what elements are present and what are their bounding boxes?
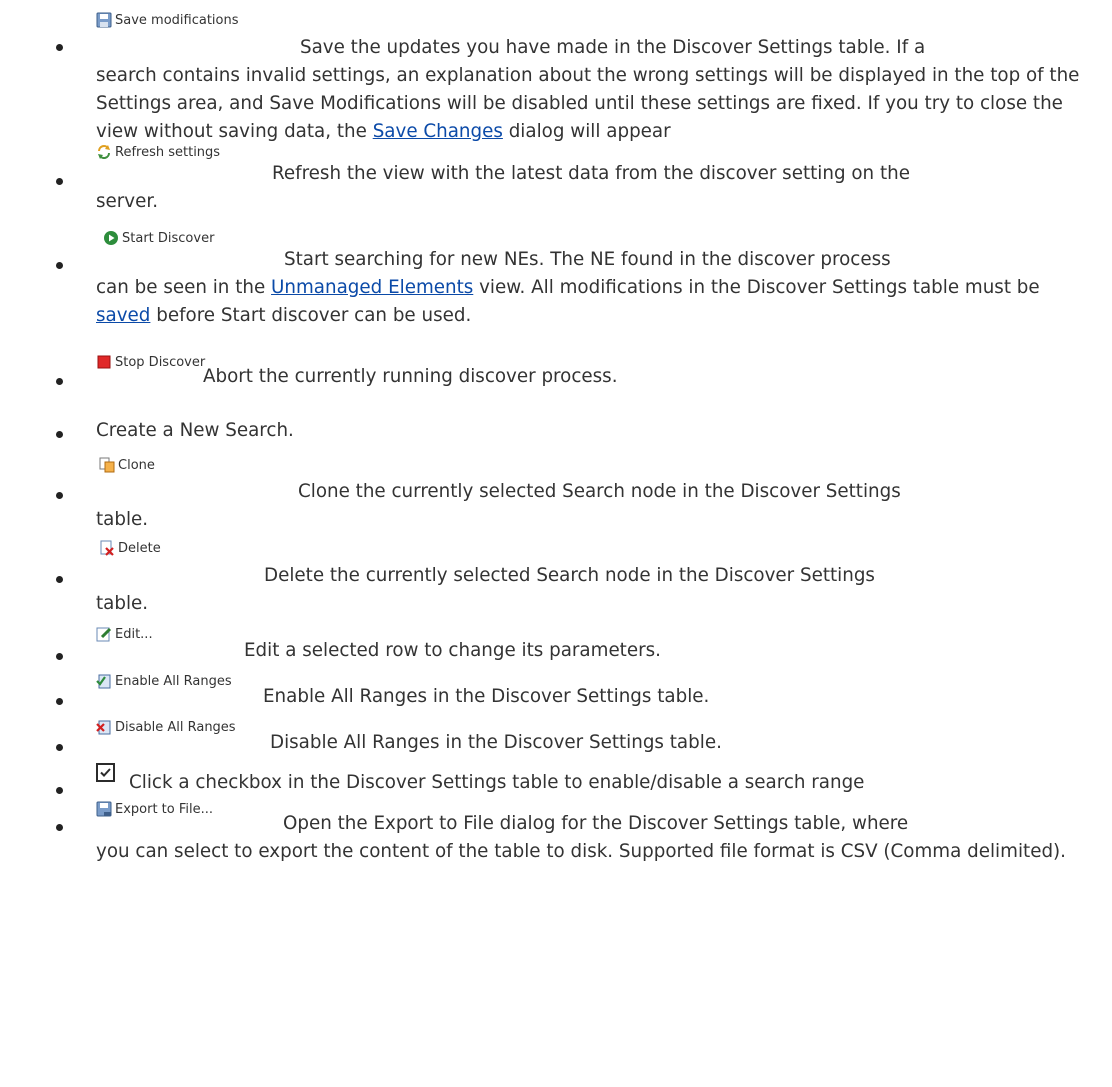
bullet: [56, 787, 63, 794]
bullet: [56, 262, 63, 269]
item-text-line1: Edit a selected row to change its parame…: [244, 640, 661, 661]
item-text-line1: Enable All Ranges in the Discover Settin…: [263, 686, 710, 707]
start-discover-label: Start Discover: [122, 230, 215, 246]
export-to-file-button[interactable]: Export to File...: [96, 801, 213, 817]
bullet: [56, 378, 63, 385]
item-text: table.: [96, 593, 149, 614]
item-text-line1: Click a checkbox in the Discover Setting…: [129, 772, 865, 793]
clone-label: Clone: [118, 457, 155, 473]
bullet: [56, 824, 63, 831]
saved-link[interactable]: saved: [96, 305, 150, 326]
bullet: [56, 492, 63, 499]
stop-discover-icon: [97, 355, 111, 369]
delete-icon: [100, 540, 114, 556]
start-discover-button[interactable]: Start Discover: [103, 230, 214, 246]
disable-all-ranges-label: Disable All Ranges: [115, 719, 236, 735]
stop-discover-label: Stop Discover: [115, 354, 206, 370]
delete-label: Delete: [118, 540, 161, 556]
save-modifications-label: Save modifications: [115, 12, 239, 28]
start-discover-icon: [104, 231, 118, 245]
item-text: server.: [96, 191, 159, 212]
refresh-settings-label: Refresh settings: [115, 144, 221, 160]
save-changes-link[interactable]: Save Changes: [373, 121, 503, 142]
item-text: can be seen in the Unmanaged Elements vi…: [96, 274, 1096, 330]
item-text-tail: dialog will appear: [502, 121, 671, 142]
item-text-line1: Open the Export to File dialog for the D…: [283, 813, 909, 834]
item-text-line1: Create a New Search.: [96, 420, 294, 441]
item-text-line1: Refresh the view with the latest data fr…: [272, 163, 910, 184]
bullet: [56, 698, 63, 705]
bullet: [56, 44, 63, 51]
disable-ranges-icon: [96, 720, 111, 735]
item-text-line1: Delete the currently selected Search nod…: [264, 565, 875, 586]
item-text: you can select to export the content of …: [96, 841, 1066, 862]
save-modifications-button[interactable]: Save modifications: [96, 12, 239, 28]
bullet: [56, 178, 63, 185]
item-text: table.: [96, 509, 149, 530]
enable-all-ranges-button[interactable]: Enable All Ranges: [96, 673, 232, 689]
edit-button[interactable]: Edit...: [96, 626, 153, 642]
disable-all-ranges-button[interactable]: Disable All Ranges: [96, 719, 236, 735]
item-text-line1: Clone the currently selected Search node…: [298, 481, 901, 502]
item-text-tail: before Start discover can be used.: [150, 305, 472, 326]
export-icon: [96, 801, 112, 817]
item-text: search contains invalid settings, an exp…: [96, 62, 1096, 146]
item-text-line1: Abort the currently running discover pro…: [203, 366, 618, 387]
export-to-file-label: Export to File...: [115, 801, 214, 817]
stop-discover-button[interactable]: Stop Discover: [96, 354, 205, 370]
delete-button[interactable]: Delete: [99, 540, 161, 556]
bullet: [56, 653, 63, 660]
bullet: [56, 576, 63, 583]
save-icon: [96, 12, 112, 28]
clone-button[interactable]: Clone: [99, 457, 155, 473]
enable-ranges-icon: [96, 674, 111, 689]
edit-label: Edit...: [115, 626, 153, 642]
unmanaged-elements-link[interactable]: Unmanaged Elements: [271, 277, 473, 298]
refresh-icon: [98, 145, 110, 159]
checkbox-icon: [96, 763, 115, 782]
item-text-middle: view. All modifications in the Discover …: [473, 277, 1040, 298]
edit-icon: [96, 627, 112, 642]
item-text-line1: Disable All Ranges in the Discover Setti…: [270, 732, 722, 753]
enable-all-ranges-label: Enable All Ranges: [115, 673, 232, 689]
clone-icon: [99, 457, 115, 473]
item-text-line1: Start searching for new NEs. The NE foun…: [284, 249, 891, 270]
bullet: [56, 744, 63, 751]
item-text-body: can be seen in the: [96, 277, 272, 298]
bullet: [56, 431, 63, 438]
refresh-settings-button[interactable]: Refresh settings: [96, 144, 220, 160]
item-text-line1: Save the updates you have made in the Di…: [300, 37, 926, 58]
